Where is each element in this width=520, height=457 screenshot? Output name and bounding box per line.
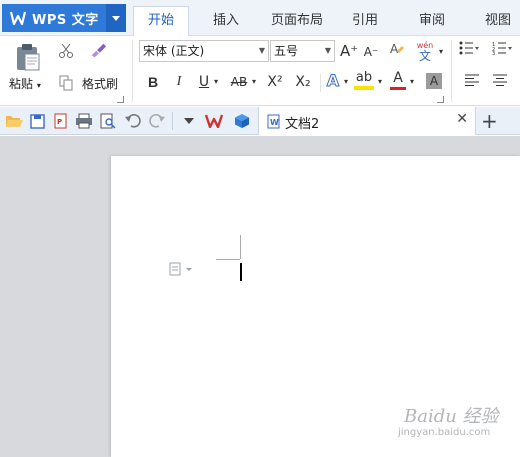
svg-text:W: W: [270, 118, 279, 127]
font-color-button[interactable]: A: [390, 70, 406, 90]
open-icon[interactable]: [5, 112, 23, 130]
superscript-button[interactable]: X²: [264, 72, 286, 92]
strikethrough-button[interactable]: AB: [228, 72, 250, 92]
font-size-select[interactable]: 五号 ▼: [270, 40, 335, 62]
app-title: WPS 文字: [32, 12, 99, 28]
clipboard-launcher-icon[interactable]: [117, 96, 124, 103]
font-size-value: 五号: [274, 44, 299, 58]
font-launcher-icon[interactable]: [437, 96, 444, 103]
tab-references[interactable]: 引用: [345, 8, 385, 36]
chevron-down-icon: ▼: [324, 46, 331, 55]
margin-corner-mark: [216, 259, 240, 260]
svg-text:A: A: [390, 42, 399, 56]
tab-home[interactable]: 开始: [133, 6, 189, 37]
document-tab-label: 文档2: [285, 117, 320, 132]
shrink-font-button[interactable]: A⁻: [362, 42, 380, 62]
wps-cloud-icon[interactable]: [205, 112, 223, 130]
watermark-url: jingyan.baidu.com: [398, 427, 491, 438]
chevron-down-icon[interactable]: ▾: [212, 72, 220, 92]
bullet-list-icon[interactable]: [458, 41, 480, 61]
ribbon-separator: [320, 74, 321, 92]
align-left-icon[interactable]: [464, 72, 480, 92]
tab-view[interactable]: 视图: [478, 8, 518, 36]
customize-dropdown-icon[interactable]: [180, 112, 198, 130]
chevron-down-icon: ▼: [258, 46, 265, 55]
undo-icon[interactable]: [124, 112, 142, 130]
chevron-down-icon[interactable]: ▾: [408, 72, 416, 92]
print-icon[interactable]: [75, 112, 93, 130]
format-painter-label[interactable]: 格式刷: [82, 75, 118, 92]
clear-format-icon[interactable]: A: [388, 41, 406, 61]
chevron-down-icon[interactable]: ▾: [342, 72, 350, 92]
cut-icon[interactable]: [57, 42, 75, 60]
pinyin-char: 文: [418, 49, 431, 63]
home-ribbon: 粘贴 ▾ 格式刷 宋体 (正文) ▼ 五号 ▼ A⁺ A⁻ A wén 文 ▾ …: [0, 36, 520, 106]
tab-page-layout[interactable]: 页面布局: [265, 8, 329, 36]
text-effect-button[interactable]: A: [325, 71, 341, 91]
text-cursor: [240, 263, 242, 281]
document-icon: W: [264, 112, 282, 130]
font-name-value: 宋体 (正文): [143, 44, 205, 58]
char-shading-button[interactable]: A: [426, 73, 442, 89]
format-brush-icon[interactable]: [89, 41, 107, 59]
app-menu-dropdown-icon[interactable]: [106, 4, 126, 32]
underline-button[interactable]: U: [196, 72, 212, 92]
wps-logo-icon: [8, 8, 28, 28]
copy-icon[interactable]: [57, 74, 75, 92]
svg-text:3: 3: [492, 51, 495, 55]
highlight-button[interactable]: ab: [354, 70, 374, 90]
align-center-icon[interactable]: [492, 72, 508, 92]
new-tab-plus-icon[interactable]: +: [481, 109, 498, 133]
ribbon-separator: [132, 40, 133, 102]
margin-corner-mark: [240, 235, 241, 259]
paragraph-layout-icon[interactable]: [168, 262, 196, 276]
font-name-select[interactable]: 宋体 (正文) ▼: [139, 40, 269, 62]
print-preview-icon[interactable]: [99, 112, 117, 130]
pinyin-guide-button[interactable]: wén 文: [414, 40, 436, 62]
numbered-list-icon[interactable]: 123: [491, 41, 515, 61]
close-icon[interactable]: ✕: [456, 111, 468, 127]
save-icon[interactable]: [28, 112, 46, 130]
subscript-button[interactable]: X₂: [292, 72, 314, 92]
chevron-down-icon[interactable]: ▾: [376, 72, 384, 92]
ribbon-separator: [451, 40, 452, 102]
title-tab-bar: WPS 文字 开始 插入 页面布局 引用 审阅 视图: [0, 0, 520, 37]
export-pdf-icon[interactable]: P: [52, 112, 70, 130]
redo-icon[interactable]: [148, 112, 166, 130]
document-tab[interactable]: W 文档2 ✕: [258, 107, 476, 135]
svg-text:P: P: [57, 118, 62, 126]
app-menu-button[interactable]: WPS 文字: [2, 4, 126, 32]
chevron-down-icon[interactable]: ▾: [437, 42, 445, 62]
tab-insert[interactable]: 插入: [206, 8, 246, 36]
paste-label: 粘贴: [9, 77, 34, 91]
italic-button[interactable]: I: [171, 72, 187, 92]
baidu-watermark: Baidu 经验 jingyan.baidu.com: [398, 402, 508, 442]
paste-icon[interactable]: [14, 42, 42, 72]
grow-font-button[interactable]: A⁺: [340, 41, 358, 61]
toolbar-separator: [172, 112, 173, 130]
tab-review[interactable]: 审阅: [412, 8, 452, 36]
bold-button[interactable]: B: [145, 72, 161, 92]
quick-access-toolbar: P W 文档2 ✕ +: [0, 107, 520, 135]
paste-button[interactable]: 粘贴 ▾: [9, 75, 41, 92]
chevron-down-icon[interactable]: ▾: [250, 72, 258, 92]
app-center-icon[interactable]: [233, 112, 251, 130]
watermark-brand: Baidu 经验: [404, 406, 499, 427]
